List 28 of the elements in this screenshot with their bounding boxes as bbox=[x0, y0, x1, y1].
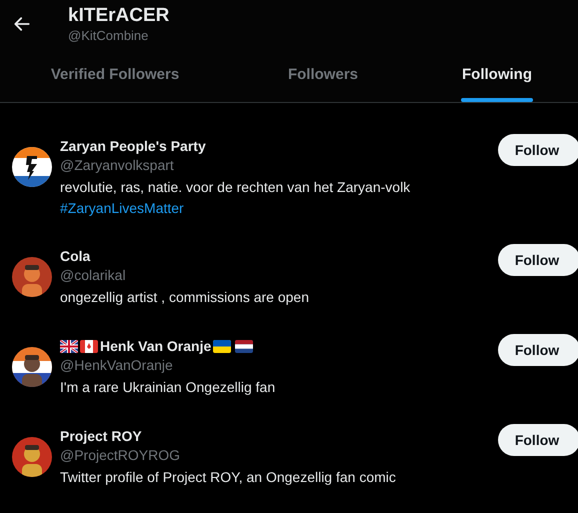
account-handle[interactable]: @colarikal bbox=[60, 265, 498, 285]
account-name[interactable]: Zaryan People's Party bbox=[60, 137, 206, 155]
account-handle[interactable]: @ProjectROYROG bbox=[60, 445, 498, 465]
profile-name: kITErACER bbox=[68, 4, 170, 28]
account-bio: I'm a rare Ukrainian Ongezellig fan bbox=[60, 378, 276, 397]
flag-icon bbox=[60, 340, 78, 352]
tab[interactable]: Followers bbox=[230, 56, 416, 102]
account-handle[interactable]: @Zaryanvolkspart bbox=[60, 155, 498, 175]
account-bio: revolutie, ras, natie. voor de rechten van het Zaryan-volk bbox=[60, 178, 412, 197]
account-bio: ongezellig artist , commissions are open bbox=[60, 288, 310, 307]
flag-icon bbox=[80, 340, 98, 352]
profile-handle: @KitCombine bbox=[68, 28, 150, 44]
account-name[interactable]: Cola bbox=[60, 247, 90, 265]
follow-button[interactable]: Follow bbox=[498, 134, 578, 166]
account-name[interactable]: Project ROY bbox=[60, 427, 142, 445]
follow-button[interactable]: Follow bbox=[498, 244, 578, 276]
back-arrow-icon bbox=[12, 14, 32, 34]
tab[interactable]: Following bbox=[416, 56, 578, 102]
follow-button[interactable]: Follow bbox=[498, 334, 578, 366]
follow-button[interactable]: Follow bbox=[498, 424, 578, 456]
account-name[interactable]: Henk Van Oranje bbox=[100, 337, 212, 355]
flag-icon bbox=[213, 340, 232, 352]
account-bio: Twitter profile of Project ROY, an Ongezellig fan comic bbox=[60, 468, 397, 487]
tab[interactable]: Verified Followers bbox=[0, 56, 230, 102]
account-handle[interactable]: @HenkVanOranje bbox=[60, 355, 498, 375]
logo-icon bbox=[12, 147, 52, 187]
flag-icon bbox=[235, 340, 254, 352]
hashtag-link[interactable]: #ZaryanLivesMatter bbox=[60, 198, 184, 219]
